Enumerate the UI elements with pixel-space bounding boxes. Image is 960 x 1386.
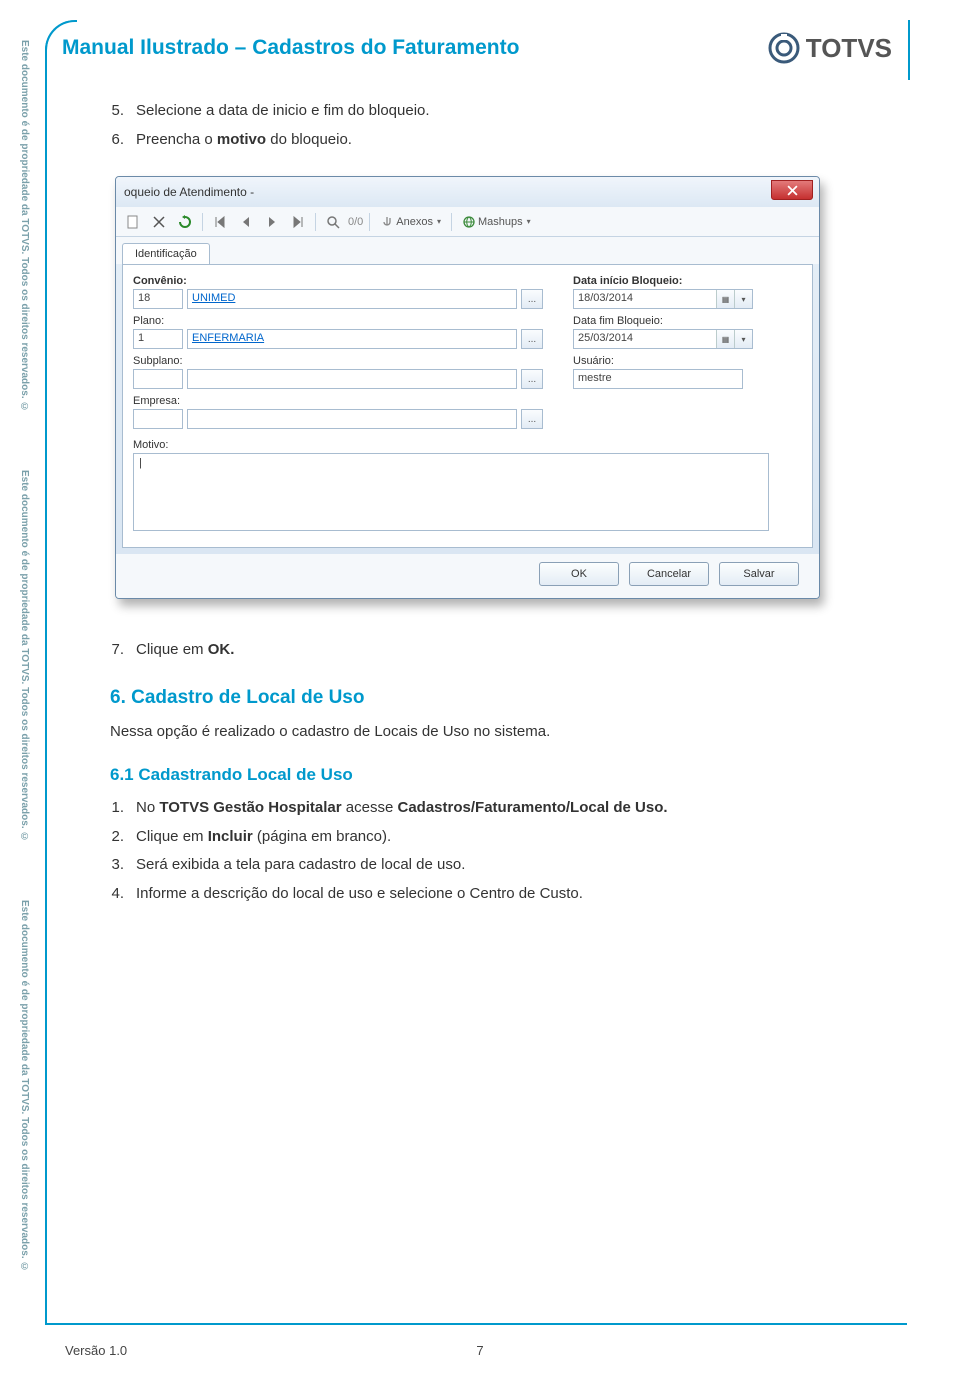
mashups-dropdown[interactable]: Mashups ▾ (458, 213, 535, 231)
window-title-text: oqueio de Atendimento - (124, 185, 254, 199)
brand-name: TOTVS (806, 33, 892, 64)
usuario-input[interactable]: mestre (573, 369, 743, 389)
step-item: 2. Clique em Incluir (página em branco). (110, 826, 870, 849)
dialog-button-row: OK Cancelar Salvar (116, 554, 819, 598)
label-subplano: Subplano: (133, 355, 573, 367)
window-titlebar: oqueio de Atendimento - (116, 177, 819, 207)
nav-prev-button[interactable] (235, 213, 257, 231)
step-item: 5. Selecione a data de inicio e fim do b… (110, 100, 870, 123)
subplano-code-input[interactable] (133, 369, 183, 389)
label-usuario: Usuário: (573, 355, 753, 367)
convenio-name-input[interactable]: UNIMED (187, 289, 517, 309)
motivo-textarea[interactable]: | (133, 453, 769, 531)
new-record-button[interactable] (122, 213, 144, 231)
totvs-logo-icon (768, 32, 800, 64)
record-count: 0/0 (348, 216, 363, 228)
refresh-button[interactable] (174, 213, 196, 231)
subplano-lookup-button[interactable]: ... (521, 369, 543, 389)
label-plano: Plano: (133, 315, 573, 327)
nav-last-button[interactable] (287, 213, 309, 231)
calendar-icon[interactable]: ▦ (716, 290, 734, 308)
brand-logo: TOTVS (768, 32, 892, 64)
search-button[interactable] (322, 213, 344, 231)
step-item: 1. No TOTVS Gestão Hospitalar acesse Cad… (110, 797, 870, 820)
label-empresa: Empresa: (133, 395, 573, 407)
document-title: Manual Ilustrado – Cadastros do Faturame… (62, 36, 519, 60)
embedded-screenshot: oqueio de Atendimento - 0/0 (115, 176, 820, 599)
data-fim-input[interactable]: 25/03/2014 ▦ ▾ (573, 329, 753, 349)
nav-next-button[interactable] (261, 213, 283, 231)
watermark-text: Este documento é de propriedade da TOTVS… (16, 40, 30, 412)
toolbar: 0/0 Anexos ▾ Mashups ▾ (116, 207, 819, 237)
watermark-text: Este documento é de propriedade da TOTVS… (16, 900, 30, 1272)
step-item: 6. Preencha o motivo do bloqueio. (110, 129, 870, 152)
step-item: 4. Informe a descrição do local de uso e… (110, 883, 870, 906)
plano-lookup-button[interactable]: ... (521, 329, 543, 349)
calendar-icon[interactable]: ▦ (716, 330, 734, 348)
form-panel: Convênio: 18 UNIMED ... Plano: 1 EN (122, 264, 813, 548)
data-inicio-input[interactable]: 18/03/2014 ▦ ▾ (573, 289, 753, 309)
tab-bar: Identificação (116, 237, 819, 264)
tab-identificacao[interactable]: Identificação (122, 243, 210, 264)
step-item: 3. Será exibida a tela para cadastro de … (110, 854, 870, 877)
chevron-down-icon[interactable]: ▾ (734, 330, 752, 348)
anexos-dropdown[interactable]: Anexos ▾ (376, 213, 445, 231)
convenio-code-input[interactable]: 18 (133, 289, 183, 309)
subplano-name-input[interactable] (187, 369, 517, 389)
section-6-text: Nessa opção é realizado o cadastro de Lo… (110, 721, 870, 744)
convenio-lookup-button[interactable]: ... (521, 289, 543, 309)
salvar-button[interactable]: Salvar (719, 562, 799, 586)
plano-code-input[interactable]: 1 (133, 329, 183, 349)
empresa-code-input[interactable] (133, 409, 183, 429)
section-6-heading: 6. Cadastro de Local de Uso (110, 687, 870, 709)
dialog-window: oqueio de Atendimento - 0/0 (115, 176, 820, 599)
footer-version: Versão 1.0 (65, 1343, 127, 1358)
page-header: Manual Ilustrado – Cadastros do Faturame… (62, 28, 902, 68)
label-data-fim: Data fim Bloqueio: (573, 315, 753, 327)
label-data-inicio: Data início Bloqueio: (573, 275, 753, 287)
label-motivo: Motivo: (133, 439, 802, 451)
ok-button[interactable]: OK (539, 562, 619, 586)
delete-button[interactable] (148, 213, 170, 231)
label-convenio: Convênio: (133, 275, 573, 287)
close-button[interactable] (771, 180, 813, 200)
watermark-text: Este documento é de propriedade da TOTVS… (16, 470, 30, 842)
section-6-1-heading: 6.1 Cadastrando Local de Uso (110, 765, 870, 785)
footer-page-number: 7 (476, 1343, 483, 1358)
chevron-down-icon: ▾ (437, 217, 441, 226)
chevron-down-icon: ▾ (527, 217, 531, 226)
empresa-name-input[interactable] (187, 409, 517, 429)
plano-name-input[interactable]: ENFERMARIA (187, 329, 517, 349)
empresa-lookup-button[interactable]: ... (521, 409, 543, 429)
chevron-down-icon[interactable]: ▾ (734, 290, 752, 308)
cancelar-button[interactable]: Cancelar (629, 562, 709, 586)
step-item: 7. Clique em OK. (110, 639, 870, 662)
nav-first-button[interactable] (209, 213, 231, 231)
